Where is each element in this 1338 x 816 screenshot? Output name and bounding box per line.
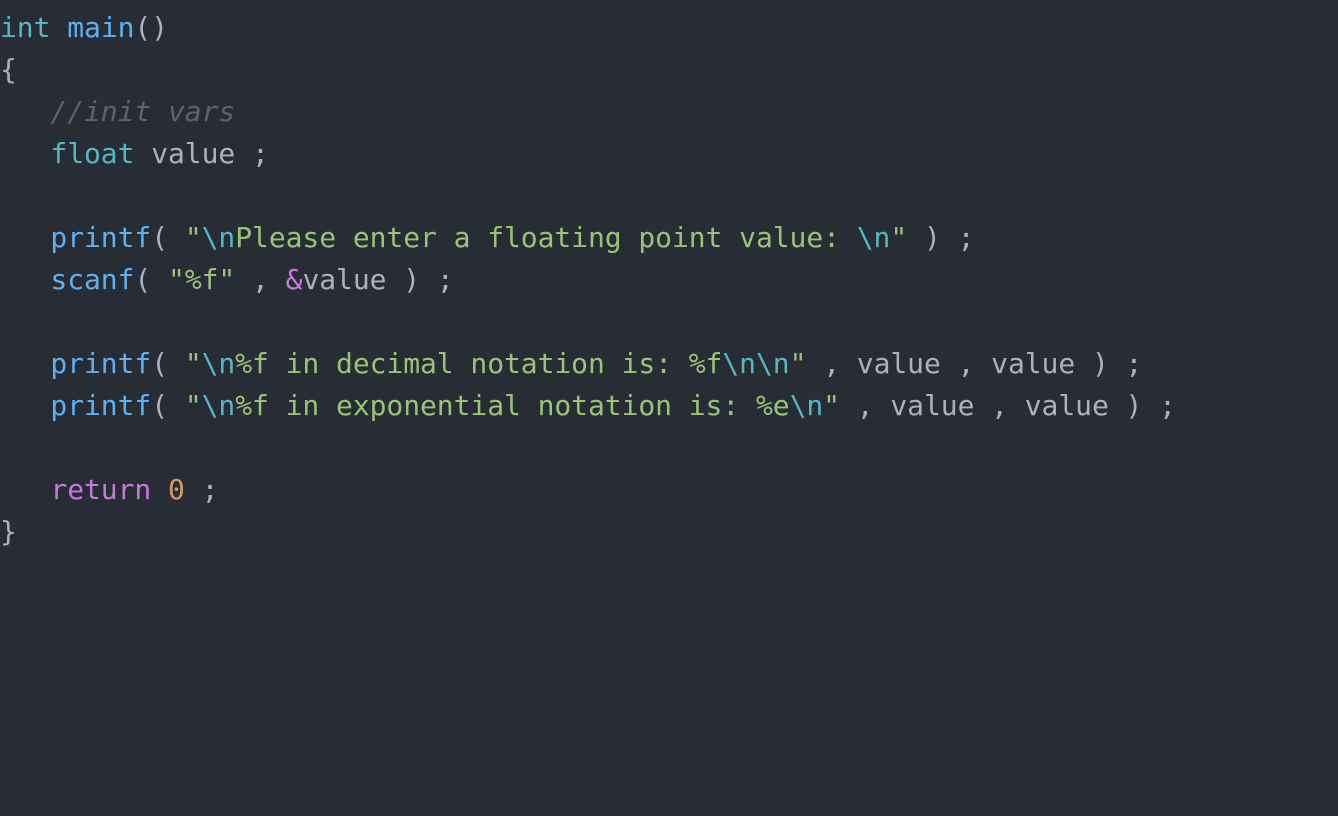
code-token-type: int: [0, 11, 51, 44]
code-token-comment: //init vars: [50, 95, 236, 128]
code-token-escape: \n: [789, 389, 824, 422]
code-token-plain: ;: [184, 473, 219, 506]
code-line[interactable]: printf( "\nPlease enter a floating point…: [0, 217, 1338, 259]
code-token-plain: (: [134, 263, 169, 296]
code-token-function: printf: [50, 347, 152, 380]
code-line[interactable]: ​: [0, 301, 1338, 343]
code-token-number: 0: [168, 473, 185, 506]
code-token-plain: ) ;: [907, 221, 975, 254]
code-token-plain: (: [151, 221, 185, 254]
code-line[interactable]: float value ;: [0, 133, 1338, 175]
code-area[interactable]: int main(){ //init vars float value ;​ p…: [0, 7, 1338, 553]
code-line[interactable]: }: [0, 511, 1338, 553]
code-token-string: %f in decimal notation is: %f: [235, 347, 723, 380]
code-token-type: float: [50, 137, 135, 170]
code-token-plain: {: [0, 53, 17, 86]
code-token-function: printf: [50, 389, 152, 422]
code-token-keyword: return: [50, 473, 152, 506]
code-token-plain: (: [151, 389, 185, 422]
code-token-plain: , value , value ) ;: [806, 347, 1143, 380]
code-token-function: main: [67, 11, 135, 44]
code-token-string: ": [823, 389, 840, 422]
code-line[interactable]: {: [0, 49, 1338, 91]
code-token-string: "%f": [168, 263, 236, 296]
code-token-string: ": [184, 221, 202, 254]
code-line[interactable]: scanf( "%f" , &value ) ;: [0, 259, 1338, 301]
code-token-plain: (: [151, 347, 185, 380]
code-token-string: ": [789, 347, 807, 380]
code-line[interactable]: return 0 ;: [0, 469, 1338, 511]
code-line[interactable]: printf( "\n%f in exponential notation is…: [0, 385, 1338, 427]
code-token-plain: value ) ;: [302, 263, 454, 296]
code-token-escape: \n: [201, 221, 236, 254]
code-token-escape: \n\n: [722, 347, 790, 380]
code-token-string: %f in exponential notation is: %e: [235, 389, 790, 422]
code-token-string: ": [890, 221, 908, 254]
code-token-keyword: &: [285, 263, 303, 296]
code-token-string: Please enter a floating point value:: [235, 221, 857, 254]
code-line[interactable]: ​: [0, 427, 1338, 469]
code-token-function: printf: [50, 221, 152, 254]
code-line[interactable]: //init vars: [0, 91, 1338, 133]
code-token-function: scanf: [50, 263, 135, 296]
code-token-plain: ,: [235, 263, 286, 296]
code-token-plain: value ;: [134, 137, 269, 170]
code-token-escape: \n: [201, 347, 236, 380]
code-token-plain: (): [134, 11, 169, 44]
code-line[interactable]: ​: [0, 175, 1338, 217]
code-token-escape: \n: [856, 221, 891, 254]
code-token-plain: , value , value ) ;: [839, 389, 1176, 422]
code-token-plain: }: [0, 515, 17, 548]
code-token-string: ": [184, 389, 202, 422]
code-editor[interactable]: int main(){ //init vars float value ;​ p…: [0, 0, 1338, 816]
code-line[interactable]: int main(): [0, 7, 1338, 49]
code-line[interactable]: printf( "\n%f in decimal notation is: %f…: [0, 343, 1338, 385]
code-token-escape: \n: [201, 389, 236, 422]
code-token-string: ": [184, 347, 202, 380]
